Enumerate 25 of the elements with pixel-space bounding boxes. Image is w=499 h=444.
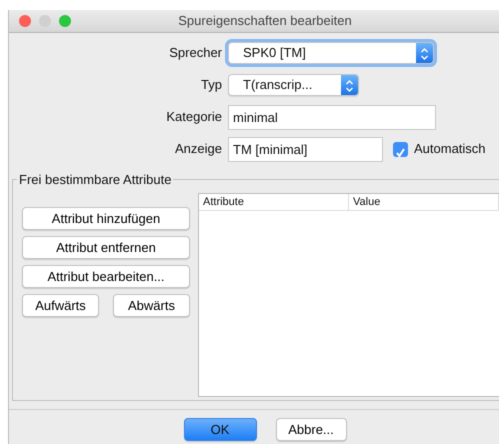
- move-button[interactable]: Abwärts: [113, 294, 190, 317]
- field-label: Sprecher: [168, 44, 223, 62]
- chevron-icon: [346, 80, 354, 92]
- checkbox[interactable]: [393, 142, 408, 156]
- move-button[interactable]: Aufwärts: [22, 294, 99, 317]
- field-label: Typ: [200, 76, 223, 94]
- chevron-icon: [420, 48, 428, 60]
- action-button[interactable]: Attribut bearbeiten...: [22, 265, 190, 288]
- field-label: Kategorie: [165, 108, 223, 126]
- dropdown[interactable]: SPK0 [TM]: [228, 42, 434, 64]
- text-field[interactable]: TM [minimal]: [228, 136, 383, 162]
- cancel-button[interactable]: Abbre...: [276, 418, 346, 441]
- close-button[interactable]: [19, 15, 31, 27]
- action-button[interactable]: Attribut entfernen: [22, 236, 190, 259]
- minimize-button[interactable]: [39, 15, 51, 27]
- action-button[interactable]: Attribut hinzufügen: [22, 207, 190, 230]
- ok-button[interactable]: OK: [184, 418, 256, 441]
- checkbox-label: Automatisch: [414, 140, 486, 158]
- column-header[interactable]: Attribute: [199, 194, 349, 210]
- column-header[interactable]: Value: [349, 194, 499, 210]
- zoom-button[interactable]: [59, 15, 71, 27]
- text-field[interactable]: minimal: [228, 104, 436, 130]
- dropdown[interactable]: T(ranscrip...: [228, 74, 359, 96]
- field-label: Anzeige: [174, 140, 223, 158]
- window-title: Spureigenschaften bearbeiten: [177, 12, 353, 30]
